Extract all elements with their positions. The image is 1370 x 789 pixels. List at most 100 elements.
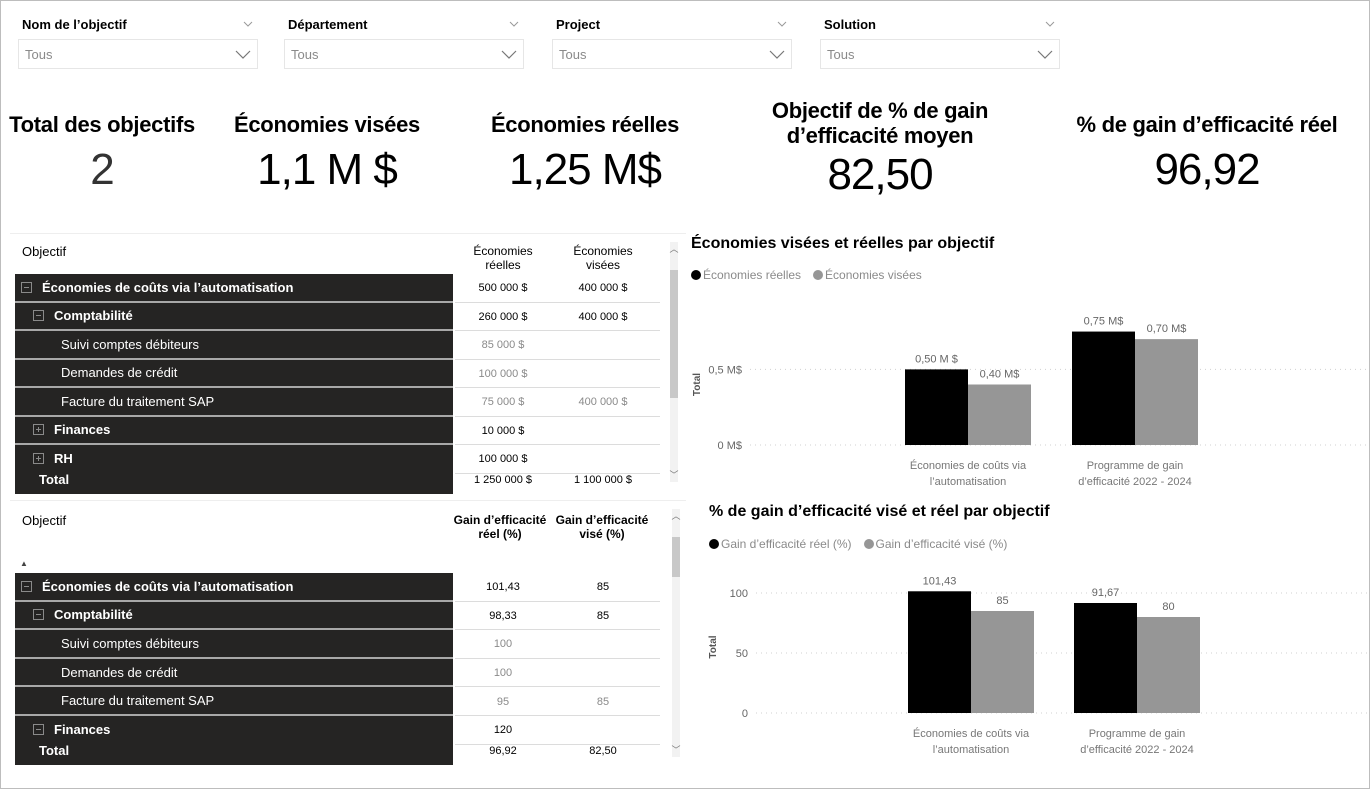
table-row[interactable]: Comptabilité 260 000 $ 400 000 $ bbox=[15, 302, 660, 331]
row-label-text: Facture du traitement SAP bbox=[61, 393, 215, 409]
matrix-scrollbar[interactable]: ︿ ﹀ bbox=[669, 242, 679, 482]
scroll-thumb[interactable] bbox=[670, 270, 678, 398]
row-label-text: Comptabilité bbox=[54, 607, 133, 623]
row-label: Suivi comptes débiteurs bbox=[15, 331, 453, 360]
kpi-value: 96,92 bbox=[1154, 145, 1260, 194]
scroll-down-icon[interactable]: ﹀ bbox=[669, 470, 679, 480]
sort-ascending-icon[interactable]: ▲ bbox=[20, 559, 28, 568]
collapse-icon[interactable] bbox=[21, 580, 32, 592]
chevron-down-icon[interactable] bbox=[508, 18, 520, 30]
matrix-scrollbar[interactable]: ︿ ﹀ bbox=[671, 509, 681, 757]
bar-target[interactable] bbox=[1137, 617, 1200, 713]
matrix-col-header-actual[interactable]: Économies réelles bbox=[458, 244, 548, 272]
filter-objective[interactable]: Nom de l’objectif Tous bbox=[18, 12, 258, 69]
x-tick-label: d’efficacité 2022 - 2024 bbox=[1078, 476, 1192, 488]
collapse-icon[interactable] bbox=[33, 609, 44, 621]
cell-actual: 100 bbox=[493, 667, 513, 680]
matrix-col-header-target[interactable]: Économies visées bbox=[558, 244, 648, 272]
total-label: Total bbox=[15, 736, 453, 765]
scroll-up-icon[interactable]: ︿ bbox=[671, 511, 681, 521]
x-tick-label: Programme de gain bbox=[1089, 728, 1186, 740]
bar-actual[interactable] bbox=[905, 369, 968, 445]
total-actual: 96,92 bbox=[489, 744, 517, 757]
table-row[interactable]: Demandes de crédit 100 000 $ bbox=[15, 359, 660, 389]
data-label: 101,43 bbox=[923, 575, 957, 587]
row-label-text: Suivi comptes débiteurs bbox=[61, 336, 200, 352]
collapse-icon[interactable] bbox=[33, 723, 44, 735]
total-label-text: Total bbox=[39, 472, 70, 487]
bar-actual[interactable] bbox=[1072, 331, 1135, 445]
filter-dropdown[interactable]: Tous bbox=[552, 39, 792, 69]
table-row[interactable]: Suivi comptes débiteurs 100 bbox=[15, 630, 660, 659]
kpi-title: Économies réelles bbox=[490, 112, 680, 137]
kpi-value: 82,50 bbox=[827, 150, 933, 199]
row-label: Demandes de crédit bbox=[15, 658, 453, 688]
chevron-down-icon bbox=[235, 50, 251, 59]
row-label: Finances bbox=[15, 416, 453, 445]
cell-target bbox=[553, 417, 653, 446]
table-row[interactable]: Facture du traitement SAP 75 000 $ 400 000… bbox=[15, 388, 660, 417]
table-row[interactable]: Économies de coûts via l’automatisation 1… bbox=[15, 573, 660, 602]
cell-actual: 101,43 bbox=[486, 581, 520, 594]
total-label: Total bbox=[15, 465, 453, 494]
x-tick-label: Économies de coûts via bbox=[910, 459, 1027, 472]
kpi-title: Économies visées bbox=[234, 112, 420, 137]
matrix-row-header[interactable]: Objectif bbox=[22, 244, 66, 259]
y-tick-label: 0 bbox=[742, 708, 748, 720]
row-label: Économies de coûts via l’automatisation bbox=[15, 573, 453, 602]
cell-actual: 75 000 $ bbox=[481, 396, 525, 409]
savings-matrix: Objectif Économies réelles Économies vis… bbox=[10, 233, 686, 498]
scroll-down-icon[interactable]: ﹀ bbox=[671, 745, 681, 755]
x-tick-label: l’automatisation bbox=[933, 744, 1009, 756]
chevron-down-icon[interactable] bbox=[776, 18, 788, 30]
table-row[interactable]: Suivi comptes débiteurs 85 000 $ bbox=[15, 331, 660, 360]
cell-target bbox=[553, 360, 653, 389]
row-label: Facture du traitement SAP bbox=[15, 687, 453, 716]
filter-project[interactable]: Project Tous bbox=[552, 12, 792, 69]
filter-dropdown[interactable]: Tous bbox=[18, 39, 258, 69]
table-row[interactable]: Finances 10 000 $ bbox=[15, 416, 660, 446]
cell-actual: 500 000 $ bbox=[478, 282, 528, 295]
collapse-icon[interactable] bbox=[33, 310, 44, 322]
cell-target: 85 bbox=[596, 695, 610, 708]
y-tick-label: 0 M$ bbox=[718, 440, 742, 452]
row-label-text: Demandes de crédit bbox=[61, 664, 178, 680]
filter-department[interactable]: Département Tous bbox=[284, 12, 524, 69]
kpi-total-objectives: Total des objectifs 2 bbox=[2, 112, 202, 197]
data-label: 91,67 bbox=[1092, 587, 1120, 599]
bar-actual[interactable] bbox=[1074, 602, 1137, 713]
bar-target[interactable] bbox=[971, 611, 1034, 713]
chevron-down-icon bbox=[501, 50, 517, 59]
matrix-row-header[interactable]: Objectif bbox=[22, 513, 66, 528]
data-label: 0,70 M$ bbox=[1147, 323, 1187, 335]
cell-target bbox=[553, 331, 653, 360]
total-row: Total 1 250 000 $ 1 100 000 $ bbox=[15, 465, 655, 494]
cell-actual: 100 bbox=[493, 638, 513, 651]
matrix-col-header-actual[interactable]: Gain d’efficacité réel (%) bbox=[450, 513, 550, 541]
bar-target[interactable] bbox=[1135, 339, 1198, 445]
cell-actual: 260 000 $ bbox=[478, 310, 528, 323]
collapse-icon[interactable] bbox=[21, 281, 32, 293]
filter-dropdown[interactable]: Tous bbox=[284, 39, 524, 69]
table-row[interactable]: Facture du traitement SAP 95 85 bbox=[15, 687, 660, 716]
y-tick-label: 0,5 M$ bbox=[708, 364, 742, 376]
data-label: 85 bbox=[996, 595, 1008, 607]
expand-icon[interactable] bbox=[33, 452, 44, 464]
matrix-col-header-target[interactable]: Gain d’efficacité visé (%) bbox=[552, 513, 652, 541]
chevron-down-icon[interactable] bbox=[242, 18, 254, 30]
x-tick-label: l’automatisation bbox=[930, 476, 1006, 488]
bar-target[interactable] bbox=[968, 384, 1031, 446]
scroll-thumb[interactable] bbox=[672, 537, 680, 577]
expand-icon[interactable] bbox=[33, 424, 44, 436]
table-row[interactable]: Comptabilité 98,33 85 bbox=[15, 601, 660, 631]
bar-actual[interactable] bbox=[908, 591, 971, 713]
table-row[interactable]: Demandes de crédit 100 bbox=[15, 658, 660, 688]
filter-dropdown[interactable]: Tous bbox=[820, 39, 1060, 69]
total-target: 82,50 bbox=[589, 744, 617, 757]
table-row[interactable]: Économies de coûts via l’automatisation 5… bbox=[15, 274, 660, 303]
cell-target bbox=[553, 630, 653, 659]
filter-value: Tous bbox=[559, 46, 587, 62]
scroll-up-icon[interactable]: ︿ bbox=[669, 244, 679, 254]
chevron-down-icon[interactable] bbox=[1044, 18, 1056, 30]
filter-solution[interactable]: Solution Tous bbox=[820, 12, 1060, 69]
